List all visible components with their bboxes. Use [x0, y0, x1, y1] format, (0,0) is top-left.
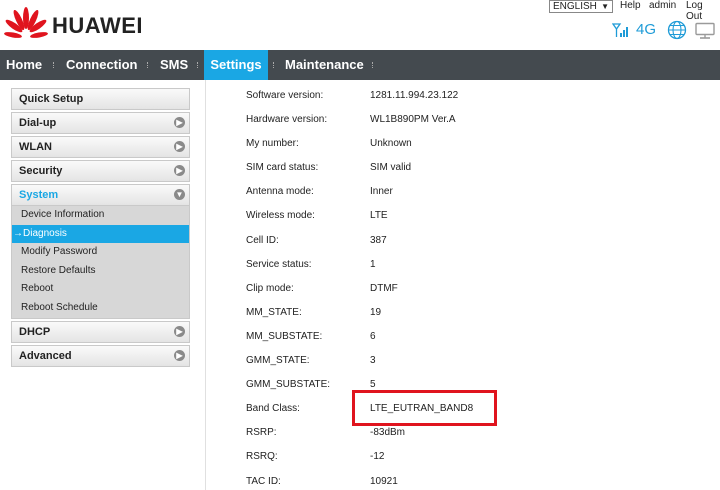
expand-arrow-icon: ▶	[174, 165, 185, 176]
info-label: Antenna mode:	[246, 186, 314, 198]
info-label: Clip mode:	[246, 282, 294, 294]
nav-maintenance[interactable]: Maintenance	[279, 50, 370, 80]
info-value: 3	[370, 355, 376, 367]
info-value: 6	[370, 330, 376, 342]
signal-strength-icon	[612, 23, 628, 37]
info-label: My number:	[246, 138, 299, 150]
info-value: 19	[370, 306, 382, 318]
nav-settings[interactable]: Settings	[204, 50, 268, 80]
info-label: MM_STATE:	[246, 306, 302, 318]
menu-system[interactable]: System ▼	[11, 184, 190, 206]
header: HUAWEI ENGLISH ▼ Help admin Log Out 4G	[0, 0, 720, 50]
globe-icon	[667, 20, 687, 40]
nav-separator	[273, 62, 275, 68]
info-label: GMM_SUBSTATE:	[246, 379, 331, 391]
info-value: Inner	[370, 186, 393, 198]
dropdown-arrow-icon: ▼	[601, 2, 609, 11]
system-submenu: Device Information →Diagnosis Modify Pas…	[11, 206, 190, 319]
nav-sms[interactable]: SMS	[154, 50, 194, 80]
info-value: LTE	[370, 210, 388, 222]
info-label: TAC ID:	[246, 475, 281, 487]
menu-security-label: Security	[19, 165, 63, 177]
huawei-logo	[4, 7, 48, 38]
info-value: DTMF	[370, 282, 398, 294]
expand-arrow-icon: ▶	[174, 325, 185, 337]
menu-wlan-label: WLAN	[19, 141, 52, 153]
collapse-arrow-icon: ▼	[174, 189, 185, 200]
info-label: Hardware version:	[246, 114, 328, 126]
menu-system-label: System	[19, 189, 59, 201]
nav-connection[interactable]: Connection	[60, 50, 144, 80]
language-select-value: ENGLISH	[553, 1, 597, 12]
info-value: 387	[370, 234, 387, 246]
network-type: 4G	[636, 21, 657, 38]
menu-security[interactable]: Security ▶	[11, 160, 190, 182]
menu-dhcp[interactable]: DHCP ▶	[11, 320, 190, 343]
submenu-reboot[interactable]: Reboot	[12, 280, 189, 299]
submenu-device-information[interactable]: Device Information	[12, 206, 189, 225]
submenu-modify-password[interactable]: Modify Password	[12, 243, 189, 262]
settings-sidebar: Quick Setup Dial-up ▶ WLAN ▶ Security ▶ …	[11, 88, 190, 369]
nav-home[interactable]: Home	[0, 50, 48, 80]
submenu-restore-defaults[interactable]: Restore Defaults	[12, 262, 189, 281]
menu-advanced[interactable]: Advanced ▶	[11, 344, 190, 367]
info-label: Software version:	[246, 90, 324, 101]
band-class-highlight	[352, 390, 497, 426]
info-label: Cell ID:	[246, 234, 279, 246]
info-value: 5	[370, 379, 376, 391]
info-label: MM_SUBSTATE:	[246, 330, 323, 342]
info-label: SIM card status:	[246, 162, 319, 174]
info-label: Wireless mode:	[246, 210, 315, 222]
info-value: -12	[370, 451, 385, 463]
menu-dialup[interactable]: Dial-up ▶	[11, 112, 190, 134]
info-label: GMM_STATE:	[246, 355, 310, 367]
info-value: Unknown	[370, 138, 412, 150]
nav-separator	[53, 62, 55, 68]
info-value: 1281.11.994.23.122	[370, 90, 459, 101]
info-value: 10921	[370, 475, 398, 487]
computer-icon	[695, 22, 715, 39]
info-value: SIM valid	[370, 162, 412, 174]
admin-link[interactable]: admin	[649, 0, 676, 11]
nav-separator	[147, 62, 149, 68]
submenu-reboot-schedule[interactable]: Reboot Schedule	[12, 299, 189, 318]
info-label: Service status:	[246, 258, 312, 270]
info-label: RSRQ:	[246, 451, 278, 463]
logout-link[interactable]: Log Out	[686, 0, 720, 22]
info-label: Band Class:	[246, 403, 300, 415]
menu-wlan[interactable]: WLAN ▶	[11, 136, 190, 158]
menu-dhcp-label: DHCP	[19, 325, 51, 338]
nav-separator	[197, 62, 199, 68]
info-value: WL1B890PM Ver.A	[370, 114, 456, 126]
menu-advanced-label: Advanced	[19, 349, 72, 362]
brand-name: HUAWEI	[52, 13, 143, 38]
info-value: -83dBm	[370, 427, 406, 439]
nav-separator	[372, 62, 374, 68]
info-label: RSRP:	[246, 427, 277, 439]
menu-dialup-label: Dial-up	[19, 117, 57, 129]
main-nav: Home Connection SMS Settings Maintenance	[0, 50, 720, 80]
expand-arrow-icon: ▶	[174, 349, 185, 361]
menu-quick-setup[interactable]: Quick Setup	[11, 88, 190, 110]
menu-quick-setup-label: Quick Setup	[19, 93, 84, 105]
submenu-diagnosis[interactable]: →Diagnosis	[12, 224, 189, 244]
expand-arrow-icon: ▶	[174, 141, 185, 152]
info-value: 1	[370, 258, 376, 270]
language-select[interactable]: ENGLISH ▼	[549, 0, 613, 13]
help-link[interactable]: Help	[620, 0, 641, 11]
expand-arrow-icon: ▶	[174, 117, 185, 128]
content-divider	[205, 80, 206, 490]
